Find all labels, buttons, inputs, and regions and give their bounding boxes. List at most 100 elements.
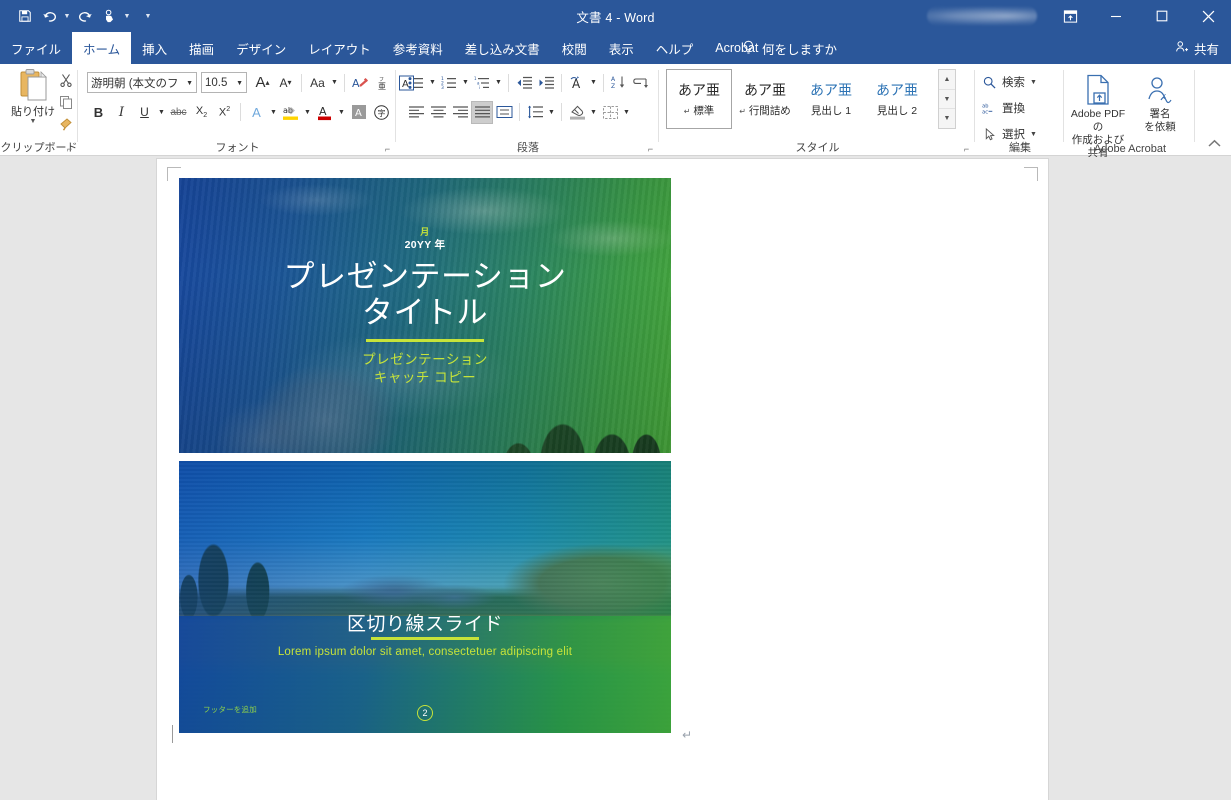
decrease-indent-button[interactable] [513,71,535,94]
style-item-heading1[interactable]: あア亜 見出し 1 [798,69,864,129]
grow-font-button[interactable]: A ▴ [251,71,274,94]
style-item-no-spacing[interactable]: あア亜 ↵ 行間詰め [732,69,798,129]
tab-layout[interactable]: レイアウト [297,32,382,64]
show-formatting-marks-button[interactable] [630,71,652,94]
change-case-dropdown-icon[interactable]: ▼ [329,71,340,94]
styles-dialog-launcher[interactable]: ⌐ [961,143,972,154]
svg-text:A: A [355,108,362,119]
phonetic-format-button[interactable]: A [566,71,588,94]
select-dropdown-icon[interactable]: ▼ [1030,131,1037,138]
increase-indent-button[interactable] [535,71,557,94]
borders-button[interactable] [599,101,621,124]
bold-button[interactable]: B [87,101,110,124]
font-color-dropdown-icon[interactable]: ▼ [336,101,347,124]
document-canvas[interactable]: 月 20YY 年 プレゼンテーション タイトル プレゼンテーション キャッチ コ… [0,157,1231,800]
highlight-button[interactable]: ab [279,101,302,124]
tab-file[interactable]: ファイル [0,32,72,64]
document-page[interactable]: 月 20YY 年 プレゼンテーション タイトル プレゼンテーション キャッチ コ… [157,159,1048,800]
shading-button[interactable] [566,101,588,124]
styles-more-button[interactable]: ▼ [939,109,955,128]
subscript-button[interactable]: X2 [190,101,213,124]
paste-dropdown-icon[interactable]: ▼ [10,118,56,125]
line-spacing-dropdown-icon[interactable]: ▼ [546,101,557,124]
sort-button[interactable]: AZ [608,71,630,94]
font-name-dropdown-icon[interactable]: ▼ [186,80,193,87]
share-button[interactable]: 共有 [1175,32,1219,64]
font-color-button[interactable]: A [313,101,336,124]
font-size-value: 10.5 [205,76,228,89]
tab-references[interactable]: 参考資料 [382,32,454,64]
maximize-button[interactable] [1139,0,1185,32]
bullets-button[interactable] [405,71,427,94]
style-name: 見出し 2 [876,105,918,117]
style-item-heading2[interactable]: あア亜 見出し 2 [864,69,930,129]
paste-button[interactable]: 貼り付け ▼ [10,68,56,125]
tab-draw[interactable]: 描画 [178,32,225,64]
numbering-dropdown-icon[interactable]: ▼ [460,71,471,94]
paragraph-dialog-launcher[interactable]: ⌐ [645,143,656,154]
find-dropdown-icon[interactable]: ▼ [1030,79,1037,86]
tell-me-box[interactable]: 何をしますか [742,32,837,64]
tab-review[interactable]: 校閲 [551,32,598,64]
format-painter-icon[interactable] [56,113,76,135]
character-shading-button[interactable]: A [347,101,370,124]
justify-button[interactable] [471,100,493,124]
borders-dropdown-icon[interactable]: ▼ [621,101,632,124]
styles-scroll-down-button[interactable]: ▼ [939,90,955,110]
distribute-button[interactable] [493,101,515,124]
style-item-normal[interactable]: あア亜 ↵ 標準 [666,69,732,129]
close-button[interactable] [1185,0,1231,32]
font-size-combobox[interactable]: 10.5 ▼ [201,72,247,93]
slide-image-2[interactable]: 区切り線スライド Lorem ipsum dolor sit amet, con… [179,461,671,733]
underline-dropdown-icon[interactable]: ▼ [156,101,167,124]
enclose-character-button[interactable]: 字 [370,101,393,124]
superscript-button[interactable]: X2 [213,101,236,124]
request-signature-button[interactable]: x 署名 を依頼 [1129,70,1191,134]
align-center-button[interactable] [427,101,449,124]
strikethrough-button[interactable]: abc [167,101,190,124]
cut-icon[interactable] [56,69,76,91]
clear-formatting-button[interactable]: A [349,71,372,94]
underline-button[interactable]: U [133,101,156,124]
paste-label: 貼り付け [11,106,55,118]
minimize-button[interactable] [1093,0,1139,32]
italic-button[interactable]: I [110,101,133,124]
window-controls [927,0,1231,32]
style-sample: あア亜 [876,83,918,99]
slide2-title: 区切り線スライド [346,613,503,635]
text-effects-dropdown-icon[interactable]: ▼ [268,101,279,124]
tab-insert[interactable]: 挿入 [131,32,178,64]
numbering-button[interactable]: 123 [438,71,460,94]
align-left-button[interactable] [405,101,427,124]
tab-view[interactable]: 表示 [598,32,645,64]
tab-mailings[interactable]: 差し込み文書 [454,32,551,64]
phonetic-format-dropdown-icon[interactable]: ▼ [588,71,599,94]
replace-icon: ab ac [982,102,997,115]
phonetic-guide-button[interactable]: フ亜 [372,71,395,94]
slide-image-1[interactable]: 月 20YY 年 プレゼンテーション タイトル プレゼンテーション キャッチ コ… [179,178,671,453]
font-dialog-launcher[interactable]: ⌐ [382,143,393,154]
copy-icon[interactable] [56,91,76,113]
line-spacing-button[interactable] [524,101,546,124]
font-name-combobox[interactable]: 游明朝 (本文のフ ▼ [87,72,197,93]
shading-dropdown-icon[interactable]: ▼ [588,101,599,124]
highlight-dropdown-icon[interactable]: ▼ [302,101,313,124]
tab-design[interactable]: デザイン [225,32,297,64]
ribbon-display-options-icon[interactable] [1047,0,1093,32]
tab-home[interactable]: ホーム [72,32,132,64]
styles-scroll-up-button[interactable]: ▲ [939,70,955,90]
replace-button[interactable]: ab ac 置換 [982,97,1025,119]
bullets-dropdown-icon[interactable]: ▼ [427,71,438,94]
find-button[interactable]: 検索 ▼ [982,71,1037,93]
multilevel-list-button[interactable]: 1ai [471,71,493,94]
font-size-dropdown-icon[interactable]: ▼ [236,80,243,87]
text-effects-button[interactable]: A [245,101,268,124]
align-right-button[interactable] [449,101,471,124]
change-case-button[interactable]: Aa [306,71,329,94]
shrink-font-button[interactable]: A ▾ [274,71,297,94]
tab-help[interactable]: ヘルプ [645,32,705,64]
multilevel-list-dropdown-icon[interactable]: ▼ [493,71,504,94]
clipboard-dialog-launcher[interactable]: ⌐ [64,143,75,154]
collapse-ribbon-button[interactable] [1208,139,1221,151]
style-paragraph-mark: ↵ [739,107,746,116]
